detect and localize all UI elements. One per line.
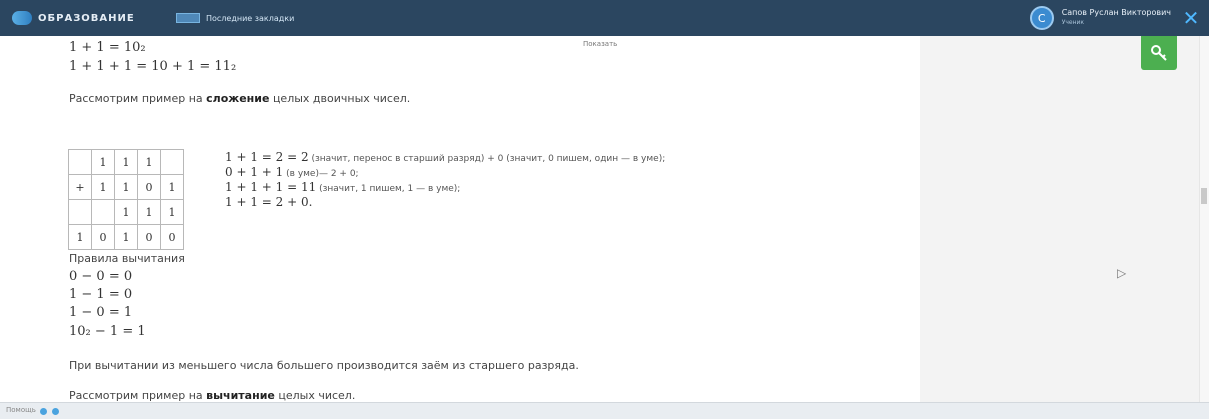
explanation-line-4: 1 + 1 = 2 + 0. [225,195,312,209]
logo-mark-icon [12,11,32,25]
explanation-math: 0 + 1 + 1 [225,165,284,179]
subtraction-title: Правила вычитания [69,252,185,265]
table-cell: 0 [160,224,184,250]
subtraction-example-intro: Рассмотрим пример на вычитание целых чис… [69,389,355,402]
key-icon [1151,45,1167,61]
subtraction-rule: 10₂ − 1 = 1 [69,324,146,339]
equation-2: 1 + 1 + 1 = 10 + 1 = 11₂ [69,59,237,74]
table-cell: + [68,174,92,200]
logo-text: образование [38,12,135,24]
table-cell: 1 [137,199,161,225]
table-cell: 1 [160,199,184,225]
table-cell: 1 [91,149,115,175]
explanation-text: (значит, перенос в старший разряд) + 0 (… [308,154,666,164]
user-menu[interactable]: С Сапов Руслан Викторович Ученик [1029,6,1171,30]
mouse-cursor-icon: ▷ [1117,266,1127,280]
addition-intro-bold: сложение [206,92,270,105]
table-cell [160,149,184,175]
explanation-line-2: 0 + 1 + 1 (в уме)— 2 + 0; [225,165,359,179]
user-info: Сапов Руслан Викторович Ученик [1062,8,1171,28]
explanation-math: 1 + 1 + 1 = 11 [225,180,317,194]
recent-bookmarks-button[interactable]: Последние закладки [176,13,294,23]
top-bar: образование Последние закладки С Сапов Р… [0,0,1209,36]
addition-table: 1 1 1 + 1 1 0 1 1 1 1 1 0 1 0 0 [68,149,184,250]
status-dot-icon [52,408,59,415]
scrollbar-thumb[interactable] [1201,188,1207,204]
subtraction-rule: 1 − 1 = 0 [69,287,133,302]
addition-intro-pre: Рассмотрим пример на [69,92,207,105]
table-cell: 1 [114,174,138,200]
close-icon[interactable]: ✕ [1181,8,1201,28]
status-bar: Помощь [0,402,1209,419]
table-cell: 0 [137,224,161,250]
logo[interactable]: образование [12,10,135,26]
table-cell: 1 [137,149,161,175]
explanation-line-3: 1 + 1 + 1 = 11 (значит, 1 пишем, 1 — в у… [225,180,460,194]
status-text[interactable]: Помощь [6,406,36,414]
user-role: Ученик [1061,19,1085,26]
explanation-math: 1 + 1 = 2 + 0. [225,195,313,209]
table-cell: 1 [114,149,138,175]
lesson-content: Показать 1 + 1 = 10₂ 1 + 1 + 1 = 10 + 1 … [0,36,920,402]
equation-1: 1 + 1 = 10₂ [69,40,146,55]
avatar: С [1029,6,1054,30]
subtraction-example-pre: Рассмотрим пример на [69,389,207,402]
explanation-text: (значит, 1 пишем, 1 — в уме); [316,184,461,194]
table-cell [91,199,115,225]
table-cell: 1 [114,199,138,225]
table-cell: 1 [91,174,115,200]
table-row: 1 1 1 [68,199,184,225]
table-cell: 1 [114,224,138,250]
user-name: Сапов Руслан Викторович [1061,8,1171,17]
table-row: 1 0 1 0 0 [68,224,184,250]
key-button[interactable] [1141,36,1177,70]
table-cell: 0 [137,174,161,200]
table-cell: 1 [68,224,92,250]
bookmark-icon [176,13,200,23]
table-cell [68,149,92,175]
addition-intro: Рассмотрим пример на сложение целых двои… [69,92,410,105]
app-window: образование Последние закладки С Сапов Р… [0,0,1209,419]
side-panel [920,36,1199,402]
subtraction-example-post: целых чисел. [274,389,356,402]
table-row: + 1 1 0 1 [68,174,184,200]
borrow-text: При вычитании из меньшего числа большего… [69,359,579,372]
subtraction-rule: 0 − 0 = 0 [69,269,133,284]
explanation-math: 1 + 1 = 2 = 2 [225,150,309,164]
table-cell: 1 [160,174,184,200]
subtraction-example-bold: вычитание [206,389,275,402]
table-cell [68,199,92,225]
explanation-line-1: 1 + 1 = 2 = 2 (значит, перенос в старший… [225,150,665,164]
explanation-text: (в уме)— 2 + 0; [283,169,359,179]
table-cell: 0 [91,224,115,250]
table-row: 1 1 1 [68,149,184,175]
status-dot-icon [40,408,47,415]
show-link[interactable]: Показать [583,40,617,48]
subtraction-rule: 1 − 0 = 1 [69,305,133,320]
addition-intro-post: целых двоичных чисел. [269,92,411,105]
vertical-scrollbar[interactable] [1199,36,1209,402]
recent-bookmarks-label: Последние закладки [206,13,295,23]
